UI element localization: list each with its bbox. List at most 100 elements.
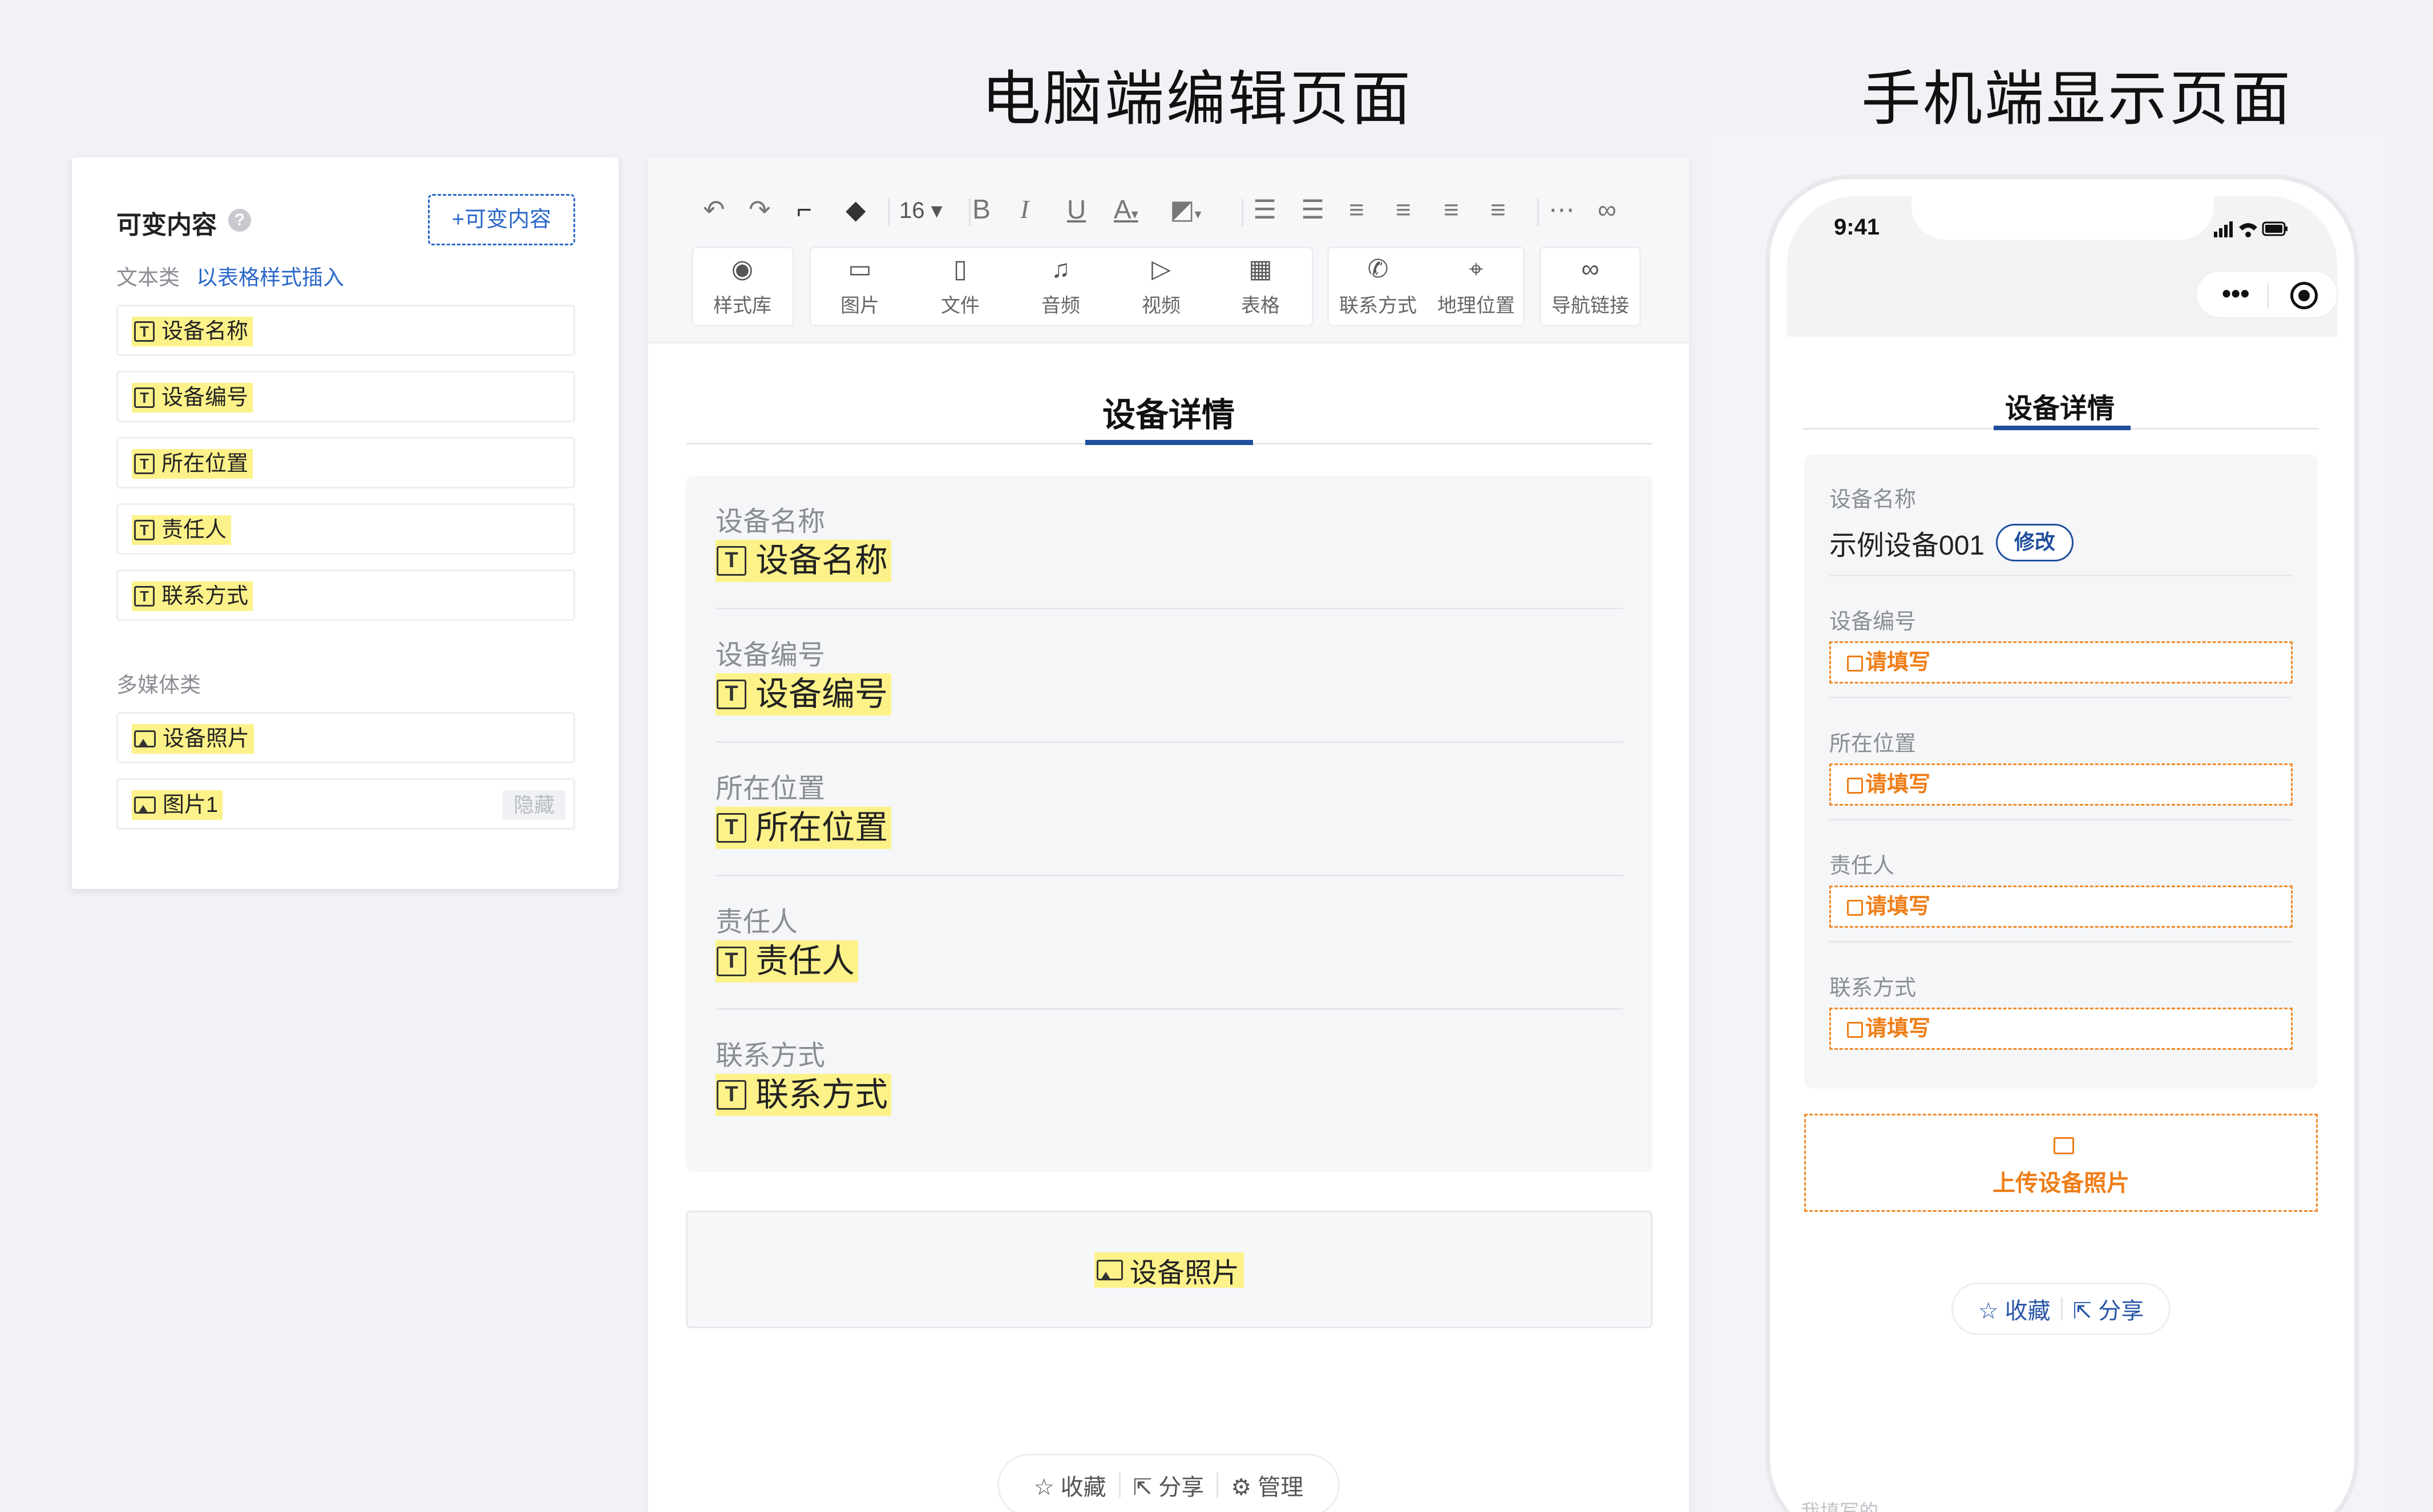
- image-icon: [1096, 1260, 1123, 1280]
- phone-icon: ✆: [1367, 255, 1389, 283]
- variable-item-owner[interactable]: T 责任人: [116, 503, 575, 555]
- text-icon: T: [134, 520, 155, 540]
- field-value: 示例设备001: [1829, 531, 1985, 561]
- image-icon: [134, 797, 156, 814]
- help-icon[interactable]: ?: [228, 209, 251, 232]
- device-photo-placeholder[interactable]: 设备照片: [686, 1211, 1652, 1328]
- text-icon: T: [717, 947, 746, 976]
- field-row[interactable]: 设备名称 T 设备名称: [716, 476, 1623, 609]
- eraser-icon[interactable]: ◆: [846, 194, 866, 225]
- favorite-button[interactable]: ☆ 收藏: [1968, 1292, 2061, 1325]
- text-icon: T: [134, 387, 155, 408]
- upload-photo-button[interactable]: 上传设备照片: [1804, 1114, 2318, 1212]
- link-icon: ∞: [1581, 255, 1599, 283]
- nav-link-button[interactable]: ∞ 导航链接: [1542, 252, 1639, 318]
- field-label: 设备名称: [716, 507, 826, 537]
- audio-button[interactable]: ♫ 音频: [1012, 252, 1109, 318]
- document-title[interactable]: 设备详情: [648, 388, 1689, 436]
- phone-field-row: 设备编号 请填写: [1829, 576, 2293, 698]
- variable-item-location[interactable]: T 所在位置: [116, 437, 575, 488]
- manage-button[interactable]: ⚙ 管理: [1218, 1469, 1316, 1502]
- field-table[interactable]: 设备名称 T 设备名称 设备编号 T 设备编号 所在位置 T 所在位置 责任人 T 责任…: [686, 476, 1652, 1172]
- file-button[interactable]: ▯ 文件: [912, 252, 1009, 318]
- align-left-icon[interactable]: ≡: [1349, 194, 1364, 225]
- add-variable-button[interactable]: +可变内容: [428, 194, 575, 245]
- variable-item-device-photo[interactable]: 设备照片: [116, 712, 575, 763]
- contact-button[interactable]: ✆ 联系方式: [1329, 252, 1426, 318]
- redo-icon[interactable]: ↷: [749, 194, 771, 225]
- variable-item-contact[interactable]: T 联系方式: [116, 569, 575, 621]
- more-icon[interactable]: •••: [2222, 278, 2249, 308]
- video-button[interactable]: ▷ 视频: [1113, 252, 1210, 318]
- field-label: 设备名称: [1829, 488, 1917, 512]
- field-row[interactable]: 联系方式 T 联系方式: [716, 1010, 1623, 1143]
- variable-item-device-number[interactable]: T 设备编号: [116, 371, 575, 422]
- hidden-badge[interactable]: 隐藏: [503, 790, 565, 820]
- file-icon: ▯: [953, 255, 968, 283]
- italic-icon[interactable]: I: [1020, 194, 1029, 224]
- align-center-icon[interactable]: ≡: [1396, 194, 1411, 225]
- format-painter-icon[interactable]: ⌐: [797, 194, 812, 225]
- bold-icon[interactable]: B: [972, 194, 991, 225]
- variable-chip[interactable]: T 设备编号: [716, 673, 892, 715]
- field-label: 责任人: [716, 907, 798, 937]
- media-category-label: 多媒体类: [116, 673, 201, 697]
- variable-label: 图片1: [163, 793, 219, 817]
- undo-icon[interactable]: ↶: [703, 194, 725, 225]
- desktop-editor: ↶ ↷ ⌐ ◆ 16 ▾ B I U A▾ ◩▾ ☰ ☰ ≡ ≡ ≡ ≡ ⋯ ∞…: [648, 157, 1689, 1512]
- share-button[interactable]: ⇱ 分享: [1121, 1469, 1217, 1502]
- variable-chip[interactable]: T 所在位置: [716, 807, 892, 849]
- phone-page-title: 设备详情: [2004, 394, 2115, 424]
- field-label: 联系方式: [1829, 976, 1917, 1000]
- share-button[interactable]: ⇱ 分享: [2063, 1292, 2155, 1325]
- fill-in-button[interactable]: 请填写: [1829, 763, 2293, 806]
- variable-item-image1[interactable]: 图片1 隐藏: [116, 778, 575, 830]
- justify-icon[interactable]: ≡: [1490, 194, 1506, 225]
- variable-content-panel: 可变内容 ? +可变内容 文本类 以表格样式插入 T 设备名称 T 设备编号 T 所在…: [72, 157, 619, 889]
- variable-chip[interactable]: T 设备名称: [716, 540, 892, 582]
- image-button[interactable]: ▭ 图片: [811, 252, 908, 318]
- underline-icon[interactable]: U: [1067, 194, 1086, 225]
- favorite-button[interactable]: ☆ 收藏: [1021, 1469, 1119, 1502]
- text-icon: T: [717, 1080, 746, 1110]
- edit-button[interactable]: 修改: [1996, 524, 2074, 561]
- table-button[interactable]: ▦ 表格: [1212, 252, 1309, 318]
- phone-field-list: 设备名称 示例设备001 修改 设备编号 请填写 所在位置 请填写 责任人 请填…: [1804, 454, 2318, 1089]
- my-submissions-label: 我填写的: [1801, 1501, 1878, 1512]
- insert-as-table-link[interactable]: 以表格样式插入: [196, 260, 344, 291]
- fill-in-button[interactable]: 请填写: [1829, 886, 2293, 928]
- font-size-select[interactable]: 16 ▾: [899, 197, 943, 224]
- style-library-button[interactable]: ◉ 样式库: [694, 252, 791, 318]
- field-row[interactable]: 设备编号 T 设备编号: [716, 609, 1623, 743]
- align-right-icon[interactable]: ≡: [1444, 194, 1459, 225]
- variable-label: 设备照片: [163, 727, 250, 751]
- variable-label: 责任人: [161, 518, 227, 542]
- unordered-list-icon[interactable]: ☰: [1301, 194, 1324, 225]
- close-target-icon[interactable]: [2290, 282, 2318, 309]
- text-icon: T: [134, 321, 155, 342]
- variable-item-device-name[interactable]: T 设备名称: [116, 305, 575, 356]
- ordered-list-icon[interactable]: ☰: [1253, 194, 1276, 225]
- font-color-icon[interactable]: A▾: [1114, 194, 1138, 225]
- music-icon: ♫: [1051, 255, 1070, 283]
- fill-in-button[interactable]: 请填写: [1829, 1008, 2293, 1050]
- location-button[interactable]: ⌖ 地理位置: [1428, 252, 1525, 318]
- location-icon: ⌖: [1469, 255, 1484, 283]
- highlight-icon[interactable]: ◩▾: [1170, 194, 1202, 225]
- divider-icon[interactable]: ⋯: [1549, 194, 1575, 225]
- link-icon[interactable]: ∞: [1598, 194, 1616, 225]
- fill-in-button[interactable]: 请填写: [1829, 641, 2293, 684]
- edit-icon: [1847, 900, 1863, 916]
- table-icon: ▦: [1248, 255, 1272, 283]
- phone-field-row: 所在位置 请填写: [1829, 698, 2293, 820]
- field-label: 所在位置: [1829, 732, 1917, 756]
- field-row[interactable]: 责任人 T 责任人: [716, 876, 1623, 1010]
- field-label: 设备编号: [1829, 610, 1917, 634]
- image-icon: [2054, 1137, 2074, 1154]
- phone-field-row: 设备名称 示例设备001 修改: [1829, 454, 2293, 576]
- field-label: 设备编号: [716, 640, 826, 670]
- mobile-page-heading: 手机端显示页面: [1861, 66, 2293, 132]
- variable-chip[interactable]: T 联系方式: [716, 1074, 892, 1116]
- variable-chip[interactable]: T 责任人: [716, 940, 859, 983]
- field-row[interactable]: 所在位置 T 所在位置: [716, 743, 1623, 876]
